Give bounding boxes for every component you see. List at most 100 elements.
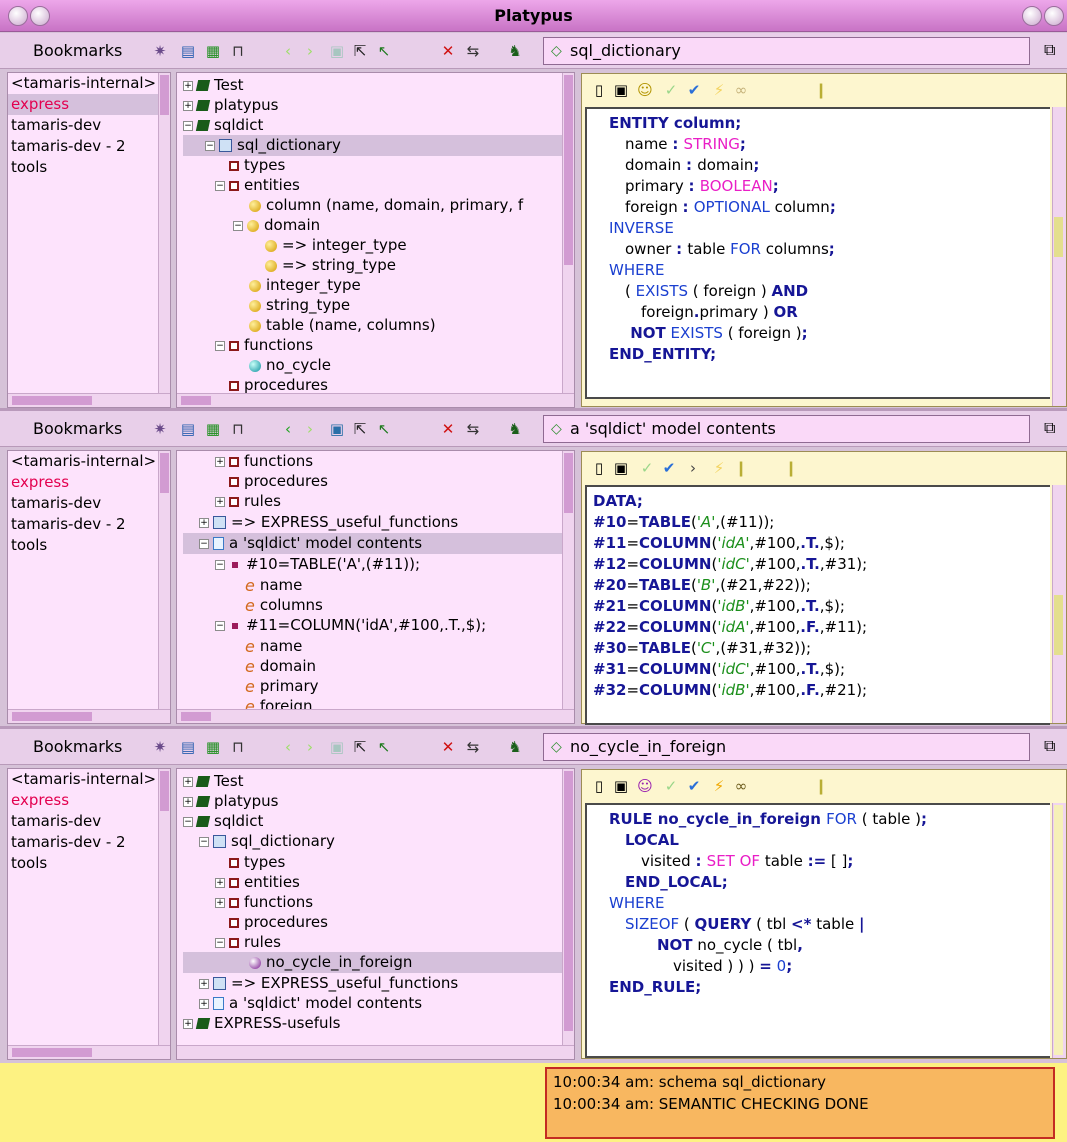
restore-pane-icon[interactable]: ⧉ [1044,40,1055,60]
restore-pane-icon[interactable]: ⧉ [1044,418,1055,438]
jump-icon[interactable]: ⇱ [350,419,370,439]
tree-node[interactable]: no_cycle [249,355,331,376]
bookmark-item[interactable]: tools [8,853,170,874]
smiley-icon[interactable]: ☺ [636,777,654,795]
tree-node[interactable]: + Test [183,75,244,96]
tree-node[interactable]: − sql_dictionary [199,831,335,852]
address-field[interactable]: ◇ sql_dictionary [543,37,1030,65]
tree-node[interactable]: + functions [215,451,313,472]
tree-node[interactable]: + EXPRESS-usefuls [183,1013,340,1034]
new-item-icon[interactable]: ▤ [178,419,198,439]
bookmark-item[interactable]: <tamaris-internal> [8,451,170,472]
tree-node[interactable]: types [229,852,285,873]
tree-node[interactable]: − functions [215,335,313,356]
tree-node[interactable]: e name [245,575,302,596]
calendar-icon[interactable]: ▦ [203,419,223,439]
tree-hscrollbar[interactable] [177,709,574,723]
check-icon[interactable]: ✓ [638,459,656,477]
tree-node-selected[interactable]: − a 'sqldict' model contents [183,533,565,554]
address-field[interactable]: ◇ no_cycle_in_foreign [543,733,1030,761]
code-text[interactable]: ENTITY column; name : STRING; domain : dom… [585,107,1050,399]
up-icon[interactable]: ↖ [374,419,394,439]
bookmark-item[interactable]: tamaris-dev [8,493,170,514]
run-icon[interactable]: ♞ [505,737,525,757]
bookmark-item[interactable]: tamaris-dev - 2 [8,514,170,535]
bookmark-item-selected[interactable]: express [8,472,170,493]
new-file-icon[interactable]: ▯ [590,777,608,795]
up-icon[interactable]: ↖ [374,41,394,61]
restore-pane-icon[interactable]: ⧉ [1044,736,1055,756]
tree-hscrollbar[interactable] [177,1045,574,1059]
save-icon[interactable]: ▣ [612,81,630,99]
tree-node[interactable]: table (name, columns) [249,315,436,336]
tree-icon[interactable]: ⊓ [228,41,248,61]
tree-node[interactable]: − entities [215,175,300,196]
tree-node[interactable]: + rules [215,491,281,512]
refresh-icon[interactable]: ⇆ [463,737,483,757]
up-icon[interactable]: ↖ [374,737,394,757]
bookmark-item-selected[interactable]: express [8,790,170,811]
close-icon[interactable]: ✕ [438,737,458,757]
editor-vscrollbar[interactable] [1052,803,1066,1058]
tree-node[interactable]: e name [245,636,302,657]
magic-wand-icon[interactable]: ✷ [150,737,170,757]
next-icon[interactable]: › [684,459,702,477]
run-icon[interactable]: ♞ [505,41,525,61]
tree-node[interactable]: procedures [229,912,328,933]
tree-node[interactable]: e domain [245,656,316,677]
tree-node[interactable]: − sqldict [183,115,263,136]
tree-node[interactable]: procedures [229,471,328,492]
glasses-icon[interactable]: ∞ [732,81,750,99]
tree-hscrollbar[interactable] [177,393,574,407]
bookmark-vscrollbar[interactable] [158,73,170,393]
new-item-icon[interactable]: ▤ [178,41,198,61]
refresh-icon[interactable]: ⇆ [463,41,483,61]
validate-icon[interactable]: ✔ [685,777,703,795]
tree-node[interactable]: − domain [233,215,320,236]
magic-wand-icon[interactable]: ✷ [150,419,170,439]
bookmark-hscrollbar[interactable] [8,393,170,407]
bookmark-vscrollbar[interactable] [158,451,170,709]
save-icon[interactable]: ▣ [612,459,630,477]
address-field[interactable]: ◇ a 'sqldict' model contents [543,415,1030,443]
bookmark-item[interactable]: <tamaris-internal> [8,73,170,94]
bookmark-item-selected[interactable]: express [8,94,170,115]
new-file-icon[interactable]: ▯ [590,459,608,477]
forward-icon[interactable]: › [300,41,320,61]
tree-node[interactable]: + platypus [183,95,278,116]
tree-vscrollbar[interactable] [562,769,574,1045]
back-icon[interactable]: ‹ [278,737,298,757]
back-icon[interactable]: ‹ [278,41,298,61]
code-text[interactable]: DATA; #10=TABLE('A',(#11)); #11=COLUMN('id… [585,485,1050,725]
open-icon[interactable]: ▣ [327,419,347,439]
lightning-icon[interactable]: ⚡ [710,777,728,795]
tree-node[interactable]: + Test [183,771,244,792]
tree-node[interactable]: − #10=TABLE('A',(#11)); [215,554,420,575]
tree-vscrollbar[interactable] [562,73,574,393]
editor-vscrollbar[interactable] [1052,485,1066,723]
glasses-icon[interactable]: ∞ [732,777,750,795]
validate-icon[interactable]: ✔ [660,459,678,477]
jump-icon[interactable]: ⇱ [350,41,370,61]
tree-node[interactable]: integer_type [249,275,361,296]
tree-node-selected[interactable]: − sql_dictionary [183,135,565,156]
bookmark-item[interactable]: tools [8,157,170,178]
smiley-icon[interactable]: ☺ [636,81,654,99]
bookmark-hscrollbar[interactable] [8,709,170,723]
tree-node[interactable]: + => EXPRESS_useful_functions [199,973,458,994]
tree-node[interactable]: types [229,155,285,176]
tree-node[interactable]: + => EXPRESS_useful_functions [199,512,458,533]
bookmark-item[interactable]: tamaris-dev [8,115,170,136]
maximize-window-icon[interactable] [1044,6,1064,26]
bookmarks-button[interactable]: Bookmarks [33,41,122,60]
tree-node[interactable]: e primary [245,676,319,697]
bookmarks-button[interactable]: Bookmarks [33,419,122,438]
tree-node[interactable]: + a 'sqldict' model contents [199,993,422,1014]
minimize-window-icon[interactable] [1022,6,1042,26]
run-icon[interactable]: ♞ [505,419,525,439]
tree-node-selected[interactable]: no_cycle_in_foreign [183,952,565,973]
tree-node[interactable]: => integer_type [265,235,407,256]
save-icon[interactable]: ▣ [612,777,630,795]
new-item-icon[interactable]: ▤ [178,737,198,757]
bookmark-item[interactable]: tamaris-dev - 2 [8,832,170,853]
